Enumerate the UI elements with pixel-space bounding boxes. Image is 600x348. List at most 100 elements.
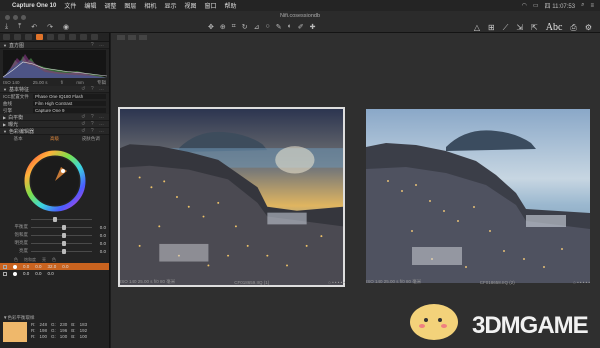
keystone-tool-icon[interactable]: ⊿ bbox=[254, 23, 260, 31]
copy-adjust-icon[interactable]: ⇲ bbox=[516, 23, 523, 32]
tab-color-icon[interactable] bbox=[36, 34, 43, 40]
smoothness-track[interactable] bbox=[31, 216, 92, 222]
sampler-g: 100 bbox=[59, 334, 68, 339]
tab-local-icon[interactable] bbox=[69, 34, 76, 40]
color-zone-row[interactable]: 0.0 0.0 32.0 0.0 bbox=[0, 263, 109, 270]
zone-swatch bbox=[13, 271, 17, 276]
paste-adjust-icon[interactable]: ⇱ bbox=[531, 23, 538, 32]
section-actions-icon[interactable]: ↺ ? … bbox=[81, 121, 106, 127]
section-actions-icon[interactable]: ↺ ? … bbox=[81, 114, 106, 120]
tab-lens-icon[interactable] bbox=[25, 34, 32, 40]
pan-tool-icon[interactable]: ✥ bbox=[208, 23, 214, 31]
menu-help[interactable]: 帮助 bbox=[224, 1, 236, 10]
color-editor-tabs: 基本 高级 皮肤色调 bbox=[0, 135, 109, 143]
wifi-icon[interactable]: ◠ bbox=[522, 2, 527, 9]
icc-profile-select[interactable]: Phase One IQ180 Flash bbox=[33, 94, 106, 99]
slider-knob[interactable] bbox=[61, 248, 66, 254]
color-zones-list: 色 饱和度 亮 色 0.0 0.0 32.0 0.0 0.0 0.0 0.0 bbox=[0, 257, 109, 277]
viewer-menu-icon[interactable] bbox=[139, 35, 147, 40]
print-icon[interactable]: ⎙ bbox=[570, 23, 576, 33]
viewer-mode-single-icon[interactable] bbox=[117, 35, 125, 40]
settings-icon[interactable]: ⚙ bbox=[585, 23, 592, 32]
tab-library-icon[interactable] bbox=[3, 34, 10, 40]
tab-capture-icon[interactable] bbox=[14, 34, 21, 40]
viewer-mode-multi-icon[interactable] bbox=[128, 35, 136, 40]
slider-knob[interactable] bbox=[61, 224, 66, 230]
search-icon[interactable]: ⌕ bbox=[581, 2, 584, 9]
tab-basic[interactable]: 基本 bbox=[0, 136, 36, 142]
menu-edit[interactable]: 编辑 bbox=[84, 1, 96, 10]
menu-app[interactable]: Capture One 10 bbox=[12, 3, 56, 9]
color-editor-header[interactable]: ▼ 色彩编辑器 ↺ ? … bbox=[0, 128, 109, 135]
rotate-tool-icon[interactable]: ↻ bbox=[242, 23, 248, 31]
picker-tool-icon[interactable]: ✐ bbox=[298, 23, 304, 31]
photo-selected[interactable] bbox=[118, 107, 345, 287]
spot-tool-icon[interactable]: ○ bbox=[265, 23, 269, 31]
sampler-values: R: 248 G: 230 B: 183 R: 198 G: 196 B: 192 R: 10… bbox=[31, 322, 87, 340]
menu-view[interactable]: 视图 bbox=[184, 1, 196, 10]
slider-track[interactable] bbox=[31, 248, 92, 254]
photo-caption: ISO 140 25.00 s f/0 80 毫米 CF018658.IIQ (… bbox=[366, 278, 590, 286]
tab-advanced[interactable]: 高级 bbox=[36, 136, 72, 142]
undo-icon[interactable]: ↶ bbox=[31, 23, 37, 31]
histogram-header[interactable]: ▼ 直方图 ? … bbox=[0, 42, 109, 49]
camera-icon[interactable]: ◉ bbox=[63, 23, 69, 31]
tab-output-icon[interactable] bbox=[91, 34, 98, 40]
menu-camera[interactable]: 相机 bbox=[144, 1, 156, 10]
slider-track[interactable] bbox=[31, 232, 92, 238]
section-actions-icon[interactable]: ↺ ? … bbox=[81, 86, 106, 92]
text-tool-button[interactable]: Abc bbox=[546, 22, 563, 33]
icc-profile-row: ICC配置文件 Phase One IQ180 Flash bbox=[0, 93, 109, 100]
annotate-tool-icon[interactable]: ✚ bbox=[310, 23, 316, 31]
engine-select[interactable]: Capture One 9 bbox=[33, 108, 106, 113]
color-wheel-graphic[interactable] bbox=[23, 149, 87, 213]
slider-row: 平衡度 0.0 bbox=[0, 223, 109, 231]
tab-skin-tone[interactable]: 皮肤色调 bbox=[73, 136, 109, 142]
photo-alesund-warm bbox=[120, 109, 343, 285]
warning-icon[interactable]: △ bbox=[474, 23, 480, 32]
slider-track[interactable] bbox=[31, 240, 92, 246]
rating-dots[interactable]: ○ • • • • • bbox=[573, 280, 590, 285]
crop-tool-icon[interactable]: ⌗ bbox=[232, 23, 236, 31]
color-zone-row[interactable]: 0.0 0.0 0.0 bbox=[0, 270, 109, 277]
photo-variant[interactable] bbox=[366, 109, 590, 283]
section-actions-icon[interactable]: ↺ ? … bbox=[81, 128, 106, 134]
rating-dots[interactable]: ○ • • • • • bbox=[328, 280, 345, 285]
tab-details-icon[interactable] bbox=[58, 34, 65, 40]
eyedropper-icon[interactable]: ⟋ bbox=[503, 23, 509, 33]
redo-icon[interactable]: ↷ bbox=[47, 23, 53, 31]
battery-icon[interactable]: ▭ bbox=[533, 2, 539, 9]
menu-list-icon[interactable]: ≡ bbox=[590, 3, 594, 9]
menu-file[interactable]: 文件 bbox=[64, 1, 76, 10]
clock[interactable]: 四 11:07:53 bbox=[545, 1, 576, 10]
zone-checkbox[interactable] bbox=[3, 264, 7, 269]
slider-row: 明亮度 0.0 bbox=[0, 239, 109, 247]
tab-meta-icon[interactable] bbox=[80, 34, 87, 40]
menu-layer[interactable]: 图层 bbox=[124, 1, 136, 10]
import-icon[interactable]: ⤓ bbox=[5, 23, 8, 31]
zones-header-cell: 色 bbox=[52, 257, 56, 262]
grid-icon[interactable]: ⊞ bbox=[488, 23, 495, 32]
brush-tool-icon[interactable]: ✎ bbox=[276, 23, 282, 31]
menu-window[interactable]: 窗口 bbox=[204, 1, 216, 10]
slider-knob[interactable] bbox=[61, 232, 66, 238]
color-editor-title: 色彩编辑器 bbox=[8, 128, 34, 135]
curve-select[interactable]: Film High Contrast bbox=[33, 101, 106, 106]
image-viewer[interactable]: ISO 140 25.00 s f/0 80 毫米 CF018659.IIQ (… bbox=[111, 33, 600, 348]
export-icon[interactable]: ⤒ bbox=[18, 23, 21, 31]
ev-readout: 专辑 bbox=[96, 79, 106, 85]
slider-knob[interactable] bbox=[61, 240, 66, 246]
gradient-tool-icon[interactable]: ◐ bbox=[288, 23, 292, 31]
zoom-tool-icon[interactable]: ⊕ bbox=[220, 23, 226, 31]
sampler-header[interactable]: ▼ 色彩平衡取样 bbox=[3, 314, 107, 321]
menu-display[interactable]: 显示 bbox=[164, 1, 176, 10]
menu-adjust[interactable]: 调整 bbox=[104, 1, 116, 10]
slider-track[interactable] bbox=[31, 224, 92, 230]
smoothness-knob[interactable] bbox=[53, 216, 57, 222]
base-characteristics-header[interactable]: ▼ 基本特征 ↺ ? … bbox=[0, 86, 109, 93]
zone-checkbox[interactable] bbox=[3, 271, 7, 276]
tab-exposure-icon[interactable] bbox=[47, 34, 54, 40]
color-wheel[interactable] bbox=[23, 149, 87, 213]
section-actions-icon[interactable]: ? … bbox=[91, 42, 106, 48]
zone-value: 0.0 bbox=[23, 264, 30, 269]
